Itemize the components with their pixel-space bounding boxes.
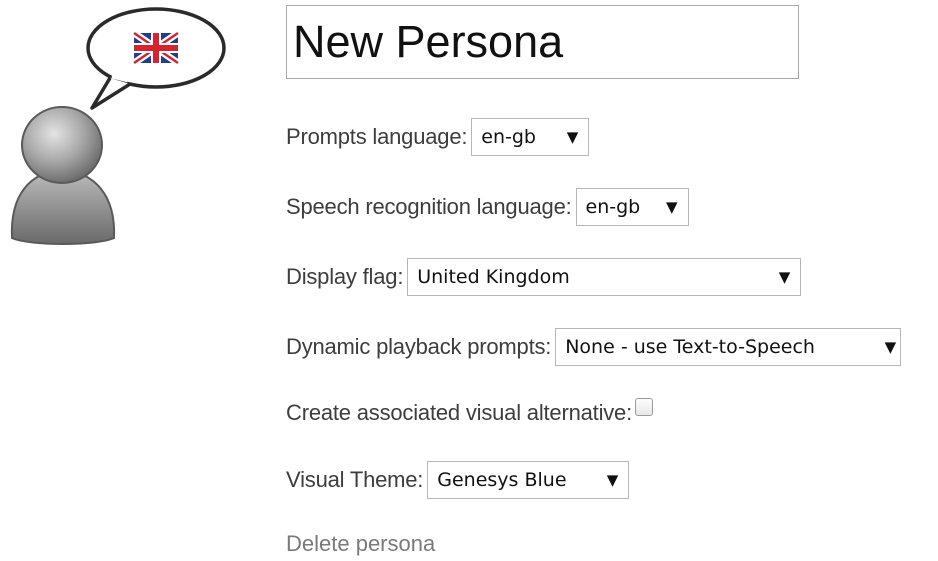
display-flag-label: Display flag: [286,264,404,289]
speech-language-select[interactable]: en-gb ▼ [575,188,689,226]
dropdown-caret-icon: ▼ [566,128,579,146]
visual-alternative-label: Create associated visual alternative: [286,400,633,425]
visual-alternative-checkbox[interactable] [635,398,654,416]
display-flag-row: Display flag: United Kingdom ▼ [286,258,802,296]
dynamic-prompts-label: Dynamic playback prompts: [286,334,552,359]
display-flag-value: United Kingdom [417,266,570,288]
visual-theme-select[interactable]: Genesys Blue ▼ [427,461,630,499]
visual-theme-row: Visual Theme: Genesys Blue ▼ [286,461,630,499]
speech-language-label: Speech recognition language: [286,194,572,219]
dynamic-prompts-value: None - use Text-to-Speech [565,336,815,358]
display-flag-select[interactable]: United Kingdom ▼ [407,258,802,296]
user-avatar-icon [10,7,226,245]
speech-language-value: en-gb [585,196,641,218]
delete-persona-link[interactable]: Delete persona [286,531,435,557]
visual-alternative-row: Create associated visual alternative: [286,398,654,426]
prompts-language-row: Prompts language: en-gb ▼ [286,118,590,156]
persona-name-input[interactable] [286,5,799,79]
visual-theme-label: Visual Theme: [286,467,424,492]
speech-language-row: Speech recognition language: en-gb ▼ [286,188,689,226]
prompts-language-select[interactable]: en-gb ▼ [471,118,590,156]
persona-avatar [0,0,240,260]
dropdown-caret-icon: ▼ [665,198,678,216]
uk-flag-icon [132,30,180,66]
dynamic-prompts-select[interactable]: None - use Text-to-Speech ▼ [555,328,902,366]
prompts-language-value: en-gb [481,126,536,148]
dropdown-caret-icon: ▼ [606,471,619,489]
dropdown-caret-icon: ▼ [778,268,791,286]
prompts-language-label: Prompts language: [286,124,468,149]
visual-theme-value: Genesys Blue [437,469,567,491]
dropdown-caret-icon: ▼ [884,338,897,356]
dynamic-prompts-row: Dynamic playback prompts: None - use Tex… [286,328,902,366]
